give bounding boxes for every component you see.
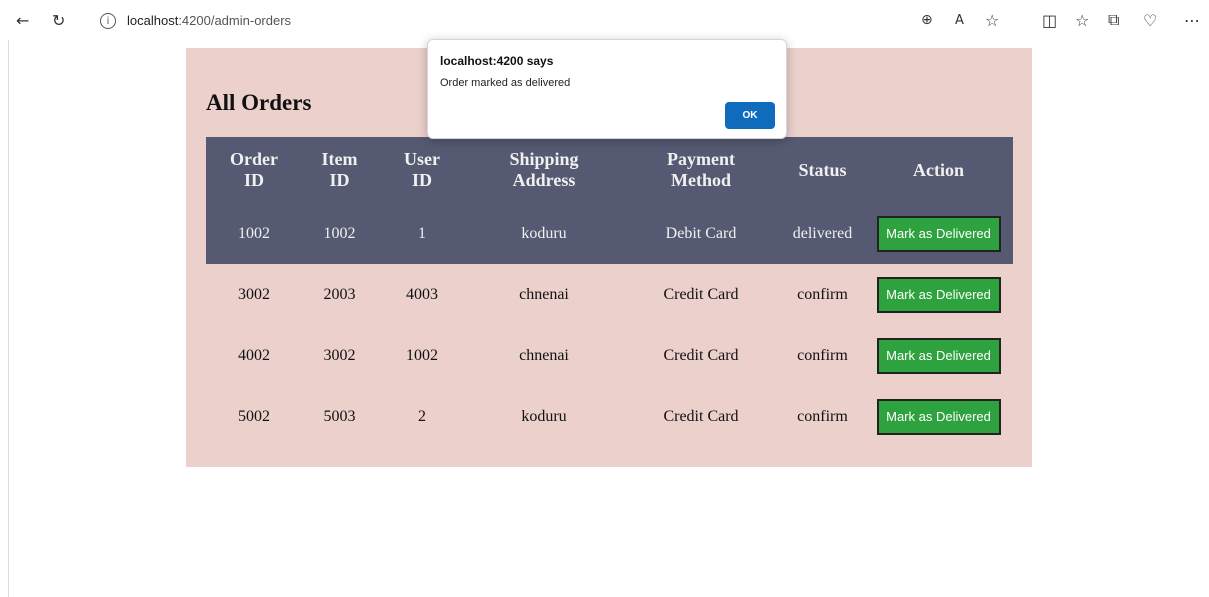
- page-title: All Orders: [206, 90, 312, 115]
- zoom-icon[interactable]: ⊕: [921, 10, 933, 30]
- cell-action: Mark as Delivered: [864, 203, 1013, 264]
- cell-item-id: 1002: [302, 203, 377, 264]
- sidebar-edge: [0, 40, 9, 597]
- cell-action: Mark as Delivered: [864, 386, 1013, 447]
- cell-user-id: 1: [377, 203, 467, 264]
- cell-status: confirm: [797, 346, 848, 364]
- cell-action: Mark as Delivered: [864, 325, 1013, 386]
- dialog-message: Order marked as delivered: [440, 77, 571, 89]
- cell-status: confirm: [797, 285, 848, 303]
- cell-payment: Credit Card: [663, 346, 739, 364]
- ok-button[interactable]: OK: [725, 102, 775, 129]
- alert-dialog: localhost:4200 says Order marked as deli…: [427, 39, 787, 139]
- cell-status: confirm: [797, 407, 848, 425]
- collections-icon[interactable]: ⧉: [1108, 10, 1119, 30]
- cell-address: koduru: [521, 407, 567, 425]
- table-row: 4002 3002 1002 chnenai Credit Card confi…: [206, 325, 1013, 386]
- table-header-row: Order ID Item ID User ID Shipping Address Pa…: [206, 137, 1013, 203]
- cell-user-id: 4003: [406, 285, 438, 303]
- cell-order-id: 5002: [238, 407, 270, 425]
- back-arrow-icon[interactable]: ←: [16, 10, 29, 30]
- cell-payment: Debit Card: [621, 203, 781, 264]
- header-user-id: User ID: [377, 137, 467, 203]
- cell-payment: Credit Card: [663, 285, 739, 303]
- split-screen-icon[interactable]: ◫: [1042, 10, 1057, 30]
- extensions-icon[interactable]: ♡: [1143, 10, 1157, 30]
- dialog-title: localhost:4200 says: [440, 54, 554, 68]
- orders-table: Order ID Item ID User ID Shipping Address Pa…: [206, 137, 1013, 447]
- mark-delivered-button[interactable]: Mark as Delivered: [876, 276, 1001, 313]
- header-order-id: Order ID: [206, 137, 302, 203]
- table-row: 1002 1002 1 koduru Debit Card delivered …: [206, 203, 1013, 264]
- cell-order-id: 1002: [206, 203, 302, 264]
- header-status: Status: [781, 137, 864, 203]
- refresh-icon[interactable]: ↻: [52, 10, 65, 30]
- cell-order-id: 4002: [238, 346, 270, 364]
- more-menu-icon[interactable]: ⋯: [1184, 10, 1200, 30]
- mark-delivered-button[interactable]: Mark as Delivered: [876, 337, 1001, 374]
- header-action: Action: [864, 137, 1013, 203]
- cell-status: delivered: [781, 203, 864, 264]
- header-shipping-address: Shipping Address: [467, 137, 621, 203]
- cell-payment: Credit Card: [663, 407, 739, 425]
- cell-action: Mark as Delivered: [864, 264, 1013, 325]
- url-host: localhost: [127, 13, 179, 28]
- header-payment-method: Payment Method: [621, 137, 781, 203]
- cell-user-id: 2: [418, 407, 426, 425]
- cell-item-id: 3002: [323, 346, 356, 364]
- header-item-id: Item ID: [302, 137, 377, 203]
- cell-order-id: 3002: [238, 285, 270, 303]
- address-bar[interactable]: i localhost:4200/admin-orders: [86, 9, 1056, 35]
- mark-delivered-button[interactable]: Mark as Delivered: [876, 215, 1001, 252]
- cell-user-id: 1002: [406, 346, 438, 364]
- browser-toolbar: ← ↻ i localhost:4200/admin-orders ⊕ A ☆ …: [0, 0, 1209, 40]
- cell-item-id: 2003: [323, 285, 356, 303]
- table-row: 5002 5003 2 koduru Credit Card confirm M…: [206, 386, 1013, 447]
- mark-delivered-button[interactable]: Mark as Delivered: [876, 398, 1001, 435]
- cell-address: chnenai: [519, 346, 569, 364]
- cell-item-id: 5003: [323, 407, 356, 425]
- url-text: localhost:4200/admin-orders: [127, 13, 291, 28]
- favorites-icon[interactable]: ☆: [1075, 10, 1089, 30]
- table-row: 3002 2003 4003 chnenai Credit Card confi…: [206, 264, 1013, 325]
- read-aloud-icon[interactable]: A: [955, 10, 964, 30]
- cell-address: chnenai: [519, 285, 569, 303]
- site-info-icon[interactable]: i: [100, 13, 116, 29]
- favorite-star-icon[interactable]: ☆: [985, 10, 999, 30]
- url-path: :4200/admin-orders: [178, 13, 292, 28]
- cell-address: koduru: [467, 203, 621, 264]
